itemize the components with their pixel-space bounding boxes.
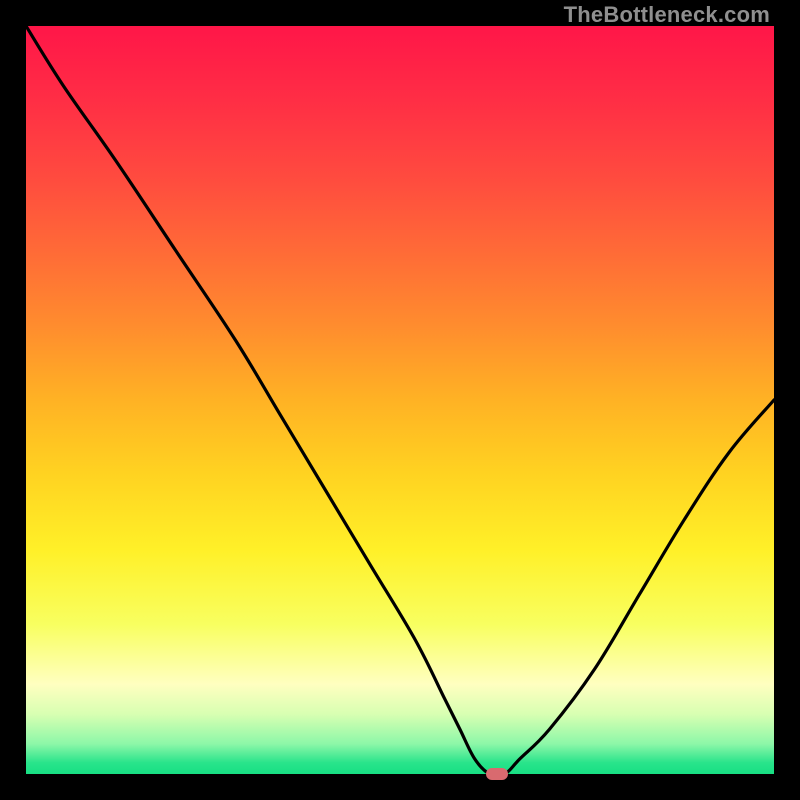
watermark-text: TheBottleneck.com xyxy=(564,2,770,28)
gradient-background xyxy=(26,26,774,774)
chart-plot xyxy=(26,26,774,774)
optimum-marker xyxy=(486,768,508,780)
chart-frame xyxy=(26,26,774,774)
